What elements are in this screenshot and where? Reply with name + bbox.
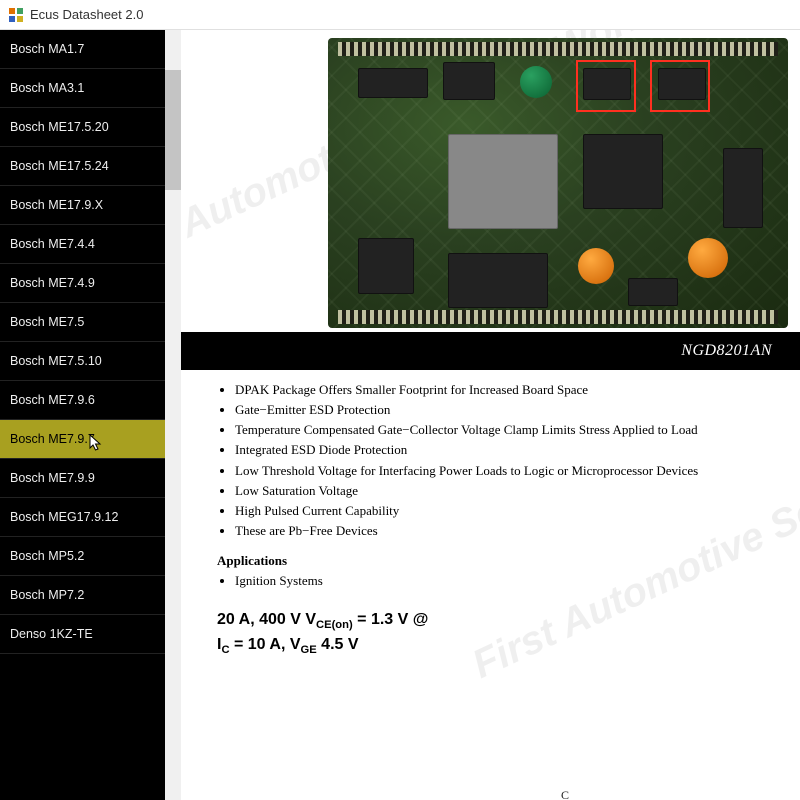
feature-item: Gate−Emitter ESD Protection [235,400,780,420]
sidebar-item-label: Bosch ME7.9.7 [10,432,95,446]
feature-item: Integrated ESD Diode Protection [235,440,780,460]
app-icon [8,7,24,23]
sidebar-item-label: Bosch MP5.2 [10,549,84,563]
feature-item: High Pulsed Current Capability [235,501,780,521]
feature-item: Temperature Compensated Gate−Collector V… [235,420,780,440]
sidebar-item-label: Bosch MA1.7 [10,42,84,56]
sidebar-item-label: Bosch ME7.5 [10,315,84,329]
applications-heading: Applications [181,545,800,571]
scrollbar-thumb[interactable] [165,70,181,190]
window-titlebar: Ecus Datasheet 2.0 [0,0,800,30]
sidebar-item-label: Bosch ME7.4.9 [10,276,95,290]
ecu-list-sidebar[interactable]: Bosch MA1.7 Bosch MA3.1 Bosch ME17.5.20 Bos… [0,30,165,800]
sidebar-scrollbar[interactable] [165,30,181,800]
sidebar-item-label: Denso 1KZ-TE [10,627,93,641]
pcb-image-area [193,38,788,328]
sidebar-item-ecu[interactable]: Bosch MP7.2 [0,576,165,615]
sidebar-item-label: Bosch ME7.5.10 [10,354,102,368]
electrical-spec: 20 A, 400 V VCE(on) = 1.3 V @ IC = 10 A,… [181,595,800,664]
sidebar-item-label: Bosch ME7.9.6 [10,393,95,407]
sidebar-item-ecu[interactable]: Bosch MA3.1 [0,69,165,108]
sidebar-item-ecu[interactable]: Denso 1KZ-TE [0,615,165,654]
sidebar-item-label: Bosch MP7.2 [10,588,84,602]
sidebar-item-ecu[interactable]: Bosch ME17.5.24 [0,147,165,186]
sidebar-item-ecu[interactable]: Bosch MP5.2 [0,537,165,576]
sidebar-item-label: Bosch MA3.1 [10,81,84,95]
sidebar-item-ecu[interactable]: Bosch ME7.4.4 [0,225,165,264]
sidebar-item-ecu[interactable]: Bosch ME17.9.X [0,186,165,225]
application-item: Ignition Systems [235,571,780,591]
sidebar-item-ecu[interactable]: Bosch ME17.5.20 [0,108,165,147]
sidebar-item-label: Bosch MEG17.9.12 [10,510,118,524]
pcb-board-image [328,38,788,328]
app-body: Bosch MA1.7 Bosch MA3.1 Bosch ME17.5.20 Bos… [0,30,800,800]
component-highlight-box [650,60,710,112]
sidebar-item-ecu[interactable]: Bosch ME7.5 [0,303,165,342]
datasheet-content: First Automotive Software World Store Fi… [181,30,800,800]
sidebar-item-label: Bosch ME17.5.20 [10,120,109,134]
feature-item: Low Threshold Voltage for Interfacing Po… [235,461,780,481]
part-number-banner: NGD8201AN [181,332,800,370]
feature-item: These are Pb−Free Devices [235,521,780,541]
sidebar-item-ecu[interactable]: Bosch ME7.4.9 [0,264,165,303]
sidebar-item-ecu[interactable]: Bosch ME7.9.6 [0,381,165,420]
sidebar-item-ecu[interactable]: Bosch MEG17.9.12 [0,498,165,537]
sidebar-item-label: Bosch ME17.9.X [10,198,103,212]
feature-item: Low Saturation Voltage [235,481,780,501]
component-highlight-box [576,60,636,112]
sidebar-item-ecu[interactable]: Bosch MA1.7 [0,30,165,69]
sidebar-item-label: Bosch ME17.5.24 [10,159,109,173]
feature-item: DPAK Package Offers Smaller Footprint fo… [235,380,780,400]
sidebar-item-label: Bosch ME7.4.4 [10,237,95,251]
sidebar-item-ecu[interactable]: Bosch ME7.9.7 [0,420,165,459]
window-title: Ecus Datasheet 2.0 [30,7,143,22]
sidebar-item-ecu[interactable]: Bosch ME7.5.10 [0,342,165,381]
applications-section: Ignition Systems [181,571,800,595]
sidebar-item-ecu[interactable]: Bosch ME7.9.9 [0,459,165,498]
sidebar-item-label: Bosch ME7.9.9 [10,471,95,485]
features-section: DPAK Package Offers Smaller Footprint fo… [181,370,800,545]
schematic-pin-c-label: C [561,788,569,800]
